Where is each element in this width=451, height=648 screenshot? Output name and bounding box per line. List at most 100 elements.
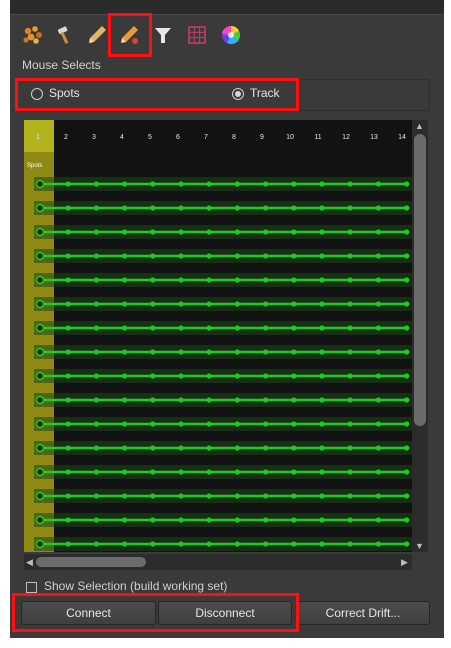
track-spot[interactable] [319, 373, 325, 379]
track-spot[interactable] [291, 541, 297, 547]
track-spot[interactable] [234, 349, 240, 355]
track-spot[interactable] [150, 229, 156, 235]
track-spot[interactable] [206, 397, 212, 403]
track-spot[interactable] [319, 493, 325, 499]
show-selection-label[interactable]: Show Selection (build working set) [44, 579, 227, 593]
track-spot[interactable] [404, 181, 410, 187]
track-spot[interactable] [404, 349, 410, 355]
track-spot[interactable] [178, 397, 184, 403]
track-spot[interactable] [319, 277, 325, 283]
track-spot[interactable] [375, 445, 381, 451]
grid-icon[interactable] [184, 22, 210, 48]
track-spot[interactable] [347, 421, 353, 427]
track-spot[interactable] [122, 181, 128, 187]
track-spot[interactable] [35, 203, 45, 213]
track-spot[interactable] [65, 469, 71, 475]
track-spot[interactable] [375, 277, 381, 283]
track-spot[interactable] [263, 277, 269, 283]
track-spot[interactable] [234, 517, 240, 523]
track-spot[interactable] [93, 373, 99, 379]
horizontal-scroll-thumb[interactable] [36, 557, 146, 567]
scroll-up-icon[interactable]: ▲ [415, 122, 424, 131]
track-spot[interactable] [178, 541, 184, 547]
track-spot[interactable] [375, 181, 381, 187]
track-spot[interactable] [35, 323, 45, 333]
track-spot[interactable] [234, 253, 240, 259]
track-spot[interactable] [150, 349, 156, 355]
track-spot[interactable] [206, 469, 212, 475]
track-spot[interactable] [375, 253, 381, 259]
track-spot[interactable] [319, 301, 325, 307]
track-spot[interactable] [263, 397, 269, 403]
track-spot[interactable] [150, 181, 156, 187]
track-spot[interactable] [234, 325, 240, 331]
track-spot[interactable] [404, 301, 410, 307]
vertical-scroll-thumb[interactable] [414, 134, 426, 426]
track-spot[interactable] [35, 179, 45, 189]
track-spot[interactable] [319, 469, 325, 475]
track-spot[interactable] [122, 301, 128, 307]
track-spot[interactable] [291, 397, 297, 403]
track-spot[interactable] [122, 493, 128, 499]
track-spot[interactable] [319, 205, 325, 211]
track-spot[interactable] [65, 325, 71, 331]
track-spot[interactable] [291, 373, 297, 379]
track-spot[interactable] [150, 301, 156, 307]
track-spot[interactable] [35, 491, 45, 501]
track-spot[interactable] [404, 493, 410, 499]
track-spot[interactable] [65, 373, 71, 379]
track-spot[interactable] [404, 229, 410, 235]
track-spot[interactable] [375, 469, 381, 475]
track-spot[interactable] [93, 421, 99, 427]
track-spot[interactable] [178, 301, 184, 307]
track-spot[interactable] [375, 205, 381, 211]
track-spot[interactable] [178, 253, 184, 259]
track-spot[interactable] [150, 469, 156, 475]
track-spot[interactable] [65, 397, 71, 403]
track-spot[interactable] [35, 539, 45, 549]
track-spot[interactable] [263, 301, 269, 307]
track-spot[interactable] [404, 469, 410, 475]
track-spot[interactable] [347, 325, 353, 331]
track-spot[interactable] [206, 493, 212, 499]
track-spot[interactable] [206, 277, 212, 283]
track-spot[interactable] [347, 277, 353, 283]
track-spot[interactable] [319, 253, 325, 259]
track-spot[interactable] [65, 421, 71, 427]
track-spot[interactable] [65, 445, 71, 451]
track-spot[interactable] [35, 227, 45, 237]
track-spot[interactable] [234, 541, 240, 547]
track-spot[interactable] [178, 277, 184, 283]
track-spot[interactable] [263, 517, 269, 523]
track-spot[interactable] [291, 469, 297, 475]
track-spot[interactable] [122, 541, 128, 547]
track-spot[interactable] [234, 421, 240, 427]
track-spot[interactable] [93, 349, 99, 355]
track-spot[interactable] [347, 301, 353, 307]
track-spot[interactable] [404, 517, 410, 523]
track-spot[interactable] [150, 517, 156, 523]
track-spot[interactable] [234, 205, 240, 211]
track-spot[interactable] [263, 373, 269, 379]
track-spot[interactable] [375, 229, 381, 235]
track-spot[interactable] [122, 397, 128, 403]
track-spot[interactable] [291, 277, 297, 283]
track-spot[interactable] [319, 325, 325, 331]
track-spot[interactable] [404, 325, 410, 331]
track-spot[interactable] [178, 229, 184, 235]
track-spot[interactable] [234, 397, 240, 403]
track-spot[interactable] [122, 421, 128, 427]
track-spot[interactable] [404, 541, 410, 547]
track-spot[interactable] [263, 205, 269, 211]
track-spot[interactable] [263, 541, 269, 547]
track-spot[interactable] [35, 515, 45, 525]
track-spot[interactable] [122, 277, 128, 283]
track-spot[interactable] [319, 397, 325, 403]
track-spot[interactable] [122, 445, 128, 451]
color-wheel-icon[interactable] [218, 22, 244, 48]
scroll-right-icon[interactable]: ▶ [401, 558, 408, 567]
track-spot[interactable] [347, 541, 353, 547]
track-spot[interactable] [93, 325, 99, 331]
track-spot[interactable] [93, 397, 99, 403]
track-spot[interactable] [206, 373, 212, 379]
